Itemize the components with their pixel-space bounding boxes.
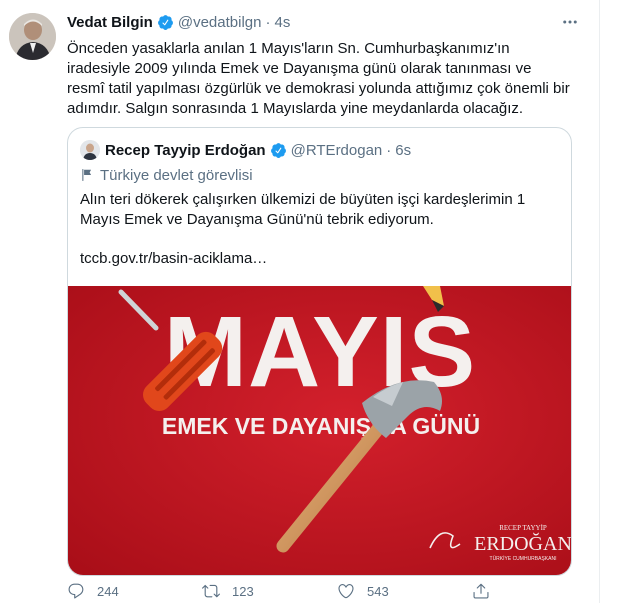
tweet-actions: 244 123 543	[67, 578, 572, 603]
share-icon	[473, 583, 489, 599]
person-portrait-icon	[80, 140, 100, 160]
government-label-text: Türkiye devlet görevlisi	[100, 166, 253, 184]
tweet-header: Vedat Bilgin @vedatbilgn · 4s	[67, 12, 290, 32]
tweet-time[interactable]: 4s	[274, 14, 290, 31]
person-portrait-icon	[9, 13, 56, 60]
reply-button[interactable]: 244	[67, 578, 119, 603]
author-name[interactable]: Vedat Bilgin	[67, 14, 153, 31]
quoted-media-image[interactable]: MAYIS EMEK VE DAYANIŞMA GÜNÜ RECEP TAYYİ…	[68, 286, 572, 575]
quoted-author-name: Recep Tayyip Erdoğan	[105, 141, 266, 159]
heart-icon	[338, 584, 354, 599]
verified-badge-icon	[270, 142, 287, 159]
page-background-edge	[600, 0, 621, 603]
svg-text:RECEP TAYYİP: RECEP TAYYİP	[499, 524, 547, 532]
retweet-count: 123	[232, 583, 254, 599]
reply-count: 244	[97, 583, 119, 599]
tweet-text: Önceden yasaklarla anılan 1 Mayıs'ların …	[67, 40, 570, 117]
svg-text:TÜRKİYE CUMHURBAŞKANI: TÜRKİYE CUMHURBAŞKANI	[490, 555, 557, 562]
quoted-author-handle: @RTErdogan	[290, 141, 383, 159]
author-avatar[interactable]	[9, 13, 56, 60]
quoted-tweet-header: Recep Tayyip Erdoğan @RTErdogan · 6s	[80, 140, 411, 160]
share-button[interactable]	[472, 578, 502, 603]
quoted-author-avatar	[80, 140, 100, 160]
tweet-card: Vedat Bilgin @vedatbilgn · 4s Önceden ya…	[0, 0, 600, 603]
quoted-tweet-time: 6s	[395, 141, 412, 159]
government-label: Türkiye devlet görevlisi	[80, 166, 253, 184]
labor-day-poster: MAYIS EMEK VE DAYANIŞMA GÜNÜ RECEP TAYYİ…	[68, 286, 572, 575]
author-handle[interactable]: @vedatbilgn	[178, 14, 262, 31]
verified-badge-icon	[157, 14, 174, 31]
reply-icon	[68, 583, 84, 599]
separator-dot: ·	[386, 141, 392, 159]
svg-text:ERDOĞAN: ERDOĞAN	[474, 532, 572, 555]
like-button[interactable]: 543	[337, 578, 389, 603]
quoted-tweet-text: Alın teri dökerek çalışırken ülkemizi de…	[80, 191, 526, 228]
like-count: 543	[367, 583, 389, 599]
separator-dot: ·	[265, 13, 271, 31]
quoted-tweet[interactable]: Recep Tayyip Erdoğan @RTErdogan · 6s Tür…	[67, 127, 572, 576]
more-horizontal-icon[interactable]	[558, 10, 582, 34]
quoted-tweet-link[interactable]: tccb.gov.tr/basin-aciklama…	[80, 250, 267, 267]
flag-icon	[80, 168, 94, 182]
retweet-button[interactable]: 123	[202, 578, 254, 603]
poster-subline: EMEK VE DAYANIŞMA GÜNÜ	[162, 413, 480, 439]
retweet-icon	[202, 584, 220, 598]
